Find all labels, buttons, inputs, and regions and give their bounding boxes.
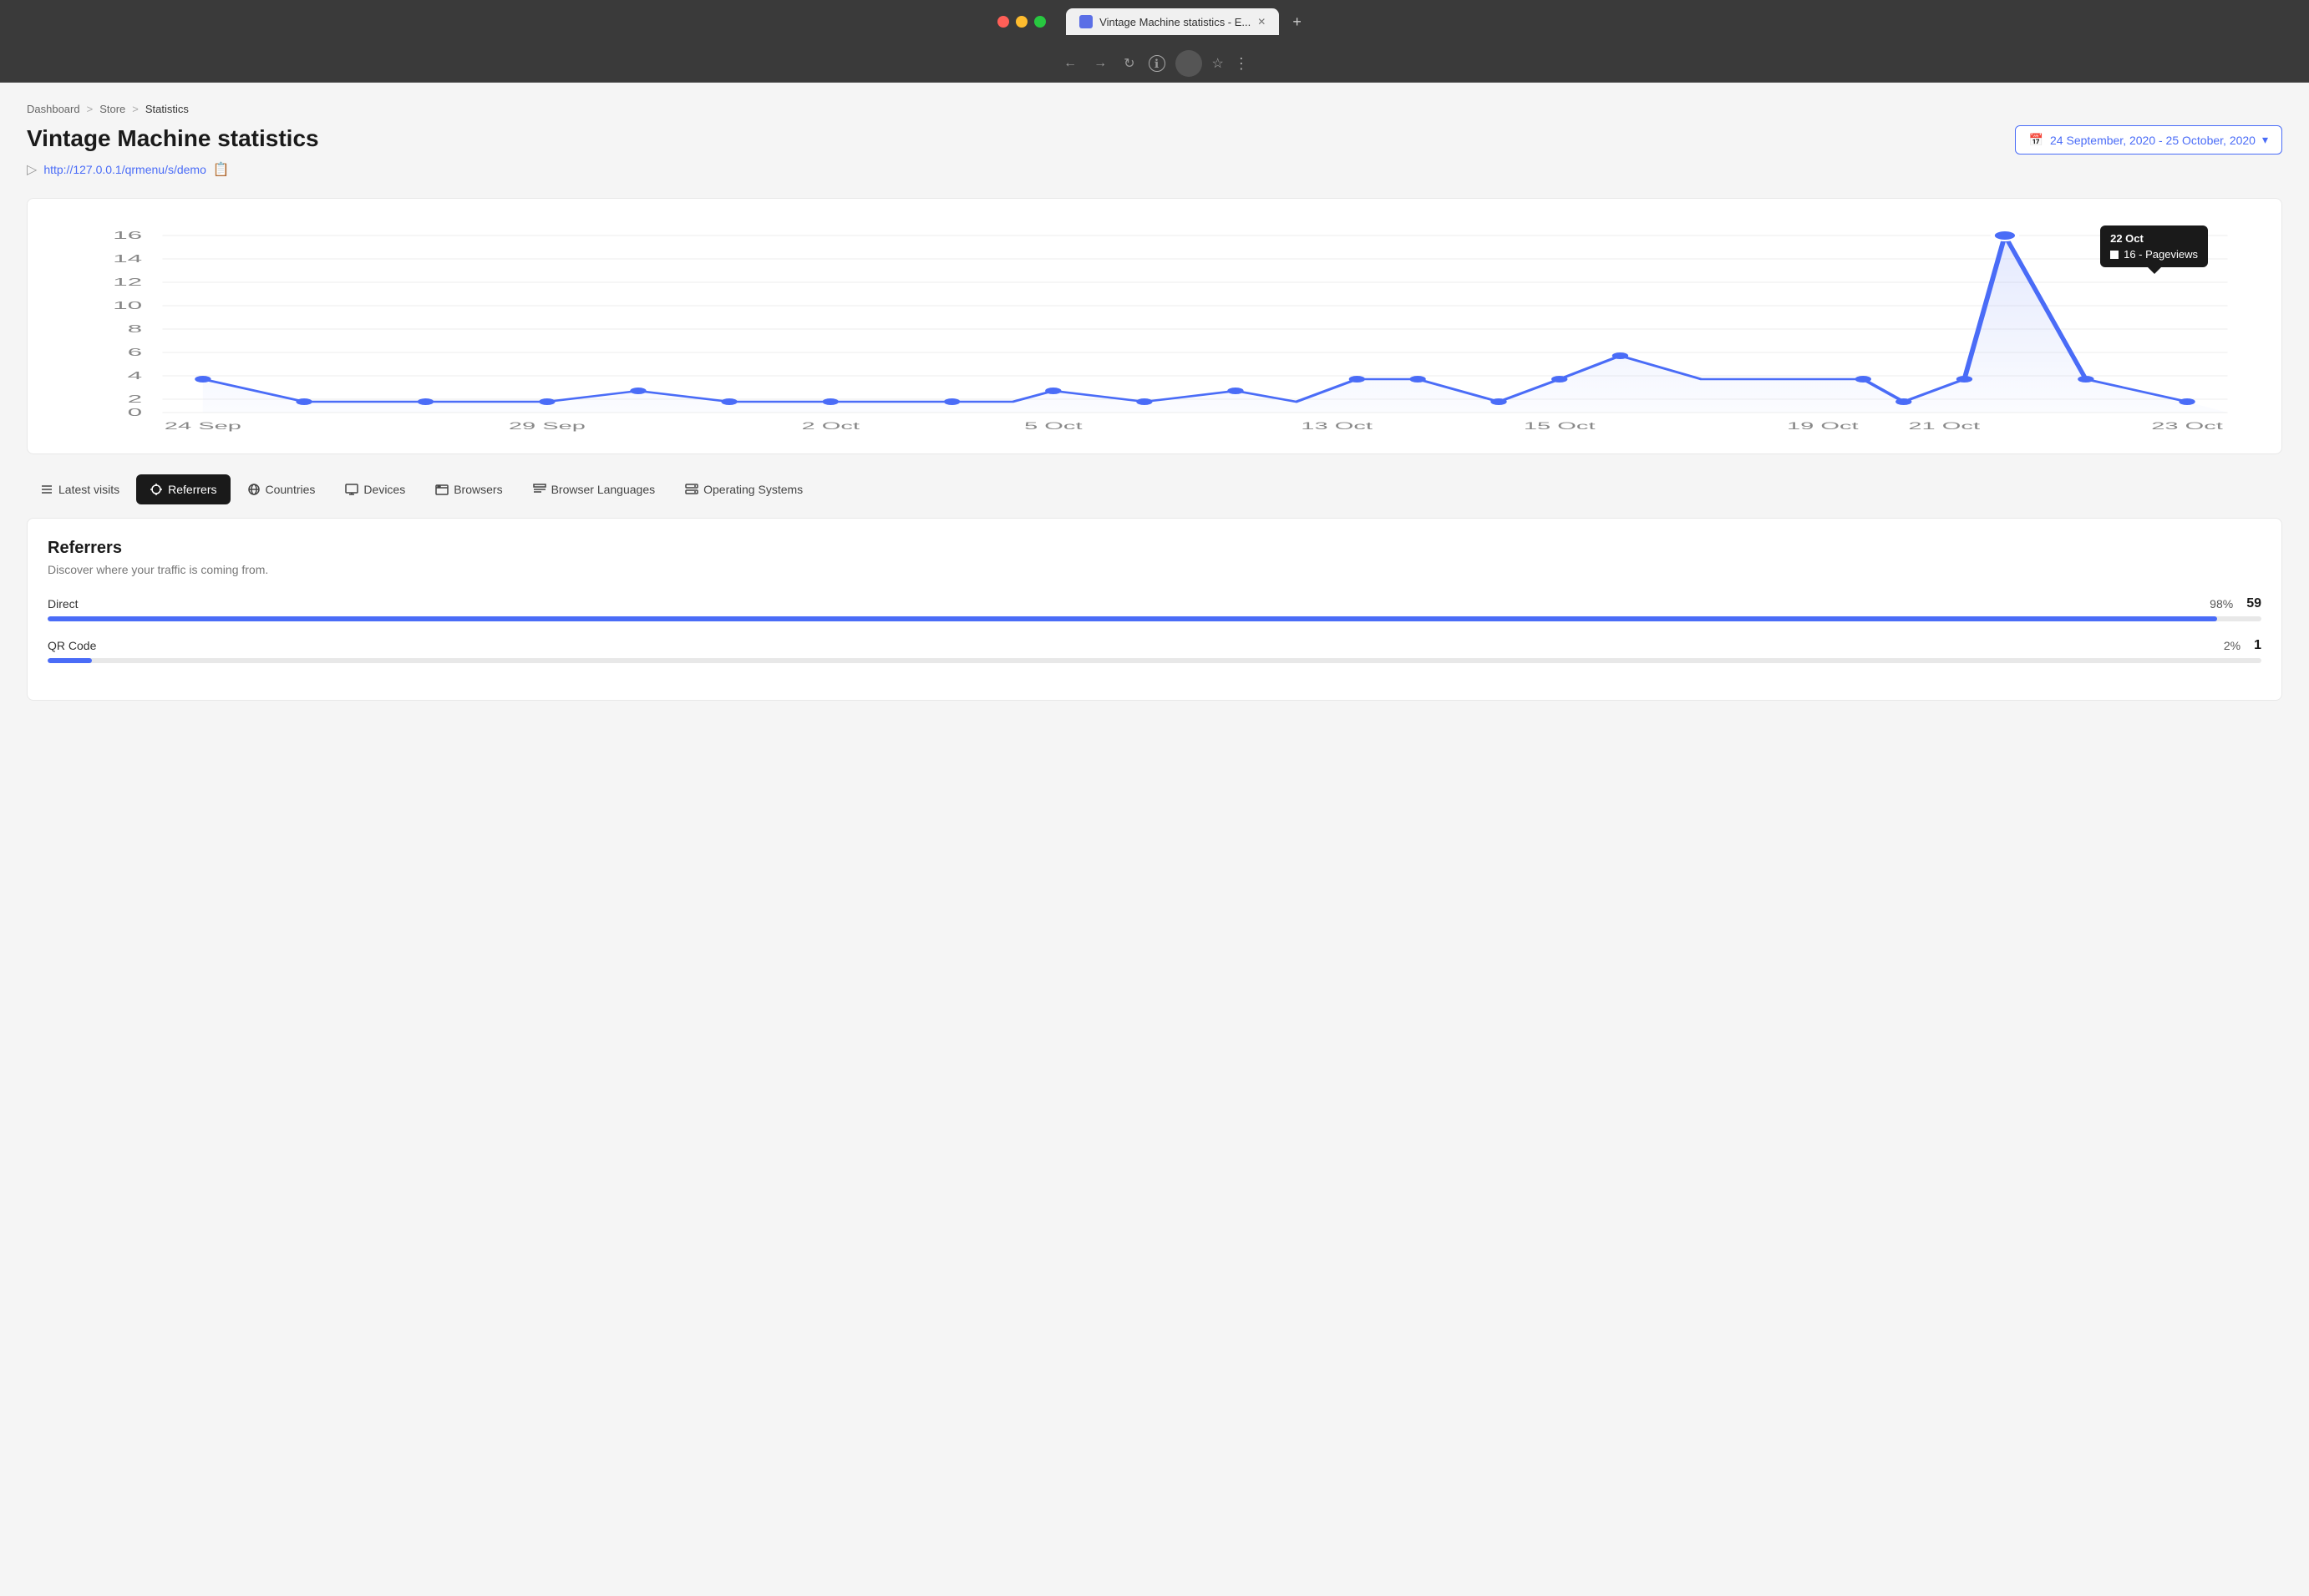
browser-icon [435, 483, 449, 496]
traffic-lights [997, 16, 1046, 28]
list-icon [40, 483, 53, 496]
pageviews-chart: 16 14 12 10 8 6 4 2 0 [41, 219, 2268, 436]
tab-referrers-label: Referrers [168, 483, 216, 496]
page-header: Vintage Machine statistics 📅 24 Septembe… [27, 125, 2282, 155]
minimize-traffic-light[interactable] [1016, 16, 1028, 28]
referrer-row-direct: Direct 98% 59 [48, 596, 2261, 621]
tab-favicon [1079, 15, 1093, 28]
monitor-icon [345, 483, 358, 496]
tab-devices[interactable]: Devices [332, 474, 419, 504]
referrer-progress-fill-qrcode [48, 658, 92, 663]
svg-text:19 Oct: 19 Oct [1787, 420, 1860, 431]
breadcrumb-dashboard[interactable]: Dashboard [27, 103, 80, 115]
page-title: Vintage Machine statistics [27, 125, 319, 152]
svg-text:13 Oct: 13 Oct [1301, 420, 1373, 431]
copy-icon[interactable]: 📋 [213, 161, 230, 178]
tab-close-button[interactable]: ✕ [1257, 16, 1266, 28]
svg-text:29 Sep: 29 Sep [509, 420, 586, 431]
crosshair-icon [150, 483, 163, 496]
referrer-row-qrcode: QR Code 2% 1 [48, 638, 2261, 663]
referrer-progress-bg-qrcode [48, 658, 2261, 663]
tab-latest-visits[interactable]: Latest visits [27, 474, 133, 504]
server-icon [685, 483, 698, 496]
breadcrumb-sep-2: > [132, 103, 139, 115]
svg-text:24 Sep: 24 Sep [165, 420, 241, 431]
referrers-title: Referrers [48, 539, 2261, 558]
referrer-progress-bg-direct [48, 616, 2261, 621]
text-icon [533, 483, 546, 496]
maximize-traffic-light[interactable] [1034, 16, 1046, 28]
address-bar-row: ← → ↻ ℹ ☆ ⋮ [1047, 45, 1262, 82]
tab-countries[interactable]: Countries [234, 474, 329, 504]
globe-icon [247, 483, 261, 496]
info-button[interactable]: ℹ [1149, 55, 1165, 72]
referrer-count-qrcode: 1 [2254, 638, 2261, 653]
svg-text:5 Oct: 5 Oct [1024, 420, 1083, 431]
svg-text:0: 0 [128, 407, 143, 419]
breadcrumb-statistics: Statistics [145, 103, 189, 115]
url-row: ▷ http://127.0.0.1/qrmenu/s/demo 📋 [27, 161, 2282, 178]
tabs-bar: Latest visits Referrers Countries [27, 474, 2282, 504]
browser-tab[interactable]: Vintage Machine statistics - E... ✕ [1066, 8, 1279, 35]
svg-text:2: 2 [128, 393, 143, 406]
page-content: Dashboard > Store > Statistics Vintage M… [0, 83, 2309, 1596]
referrer-progress-fill-direct [48, 616, 2217, 621]
referrer-percent-direct: 98% [2210, 597, 2233, 611]
tab-browser-languages-label: Browser Languages [551, 483, 656, 496]
tab-referrers[interactable]: Referrers [136, 474, 230, 504]
svg-text:2 Oct: 2 Oct [801, 420, 860, 431]
tab-operating-systems[interactable]: Operating Systems [672, 474, 816, 504]
bookmark-icon[interactable]: ☆ [1212, 55, 1224, 72]
tab-latest-visits-label: Latest visits [58, 483, 119, 496]
calendar-icon: 📅 [2029, 133, 2043, 147]
svg-text:12: 12 [113, 276, 142, 289]
svg-text:8: 8 [128, 323, 143, 336]
svg-text:16: 16 [113, 230, 142, 242]
breadcrumb-sep-1: > [87, 103, 94, 115]
chart-container: 22 Oct 16 - Pageviews 16 14 12 10 8 6 [27, 198, 2282, 454]
tab-devices-label: Devices [363, 483, 405, 496]
breadcrumb-store[interactable]: Store [99, 103, 125, 115]
referrers-subtitle: Discover where your traffic is coming fr… [48, 563, 2261, 576]
svg-text:15 Oct: 15 Oct [1524, 420, 1596, 431]
referrer-name-direct: Direct [48, 597, 79, 611]
tab-title: Vintage Machine statistics - E... [1099, 16, 1251, 28]
close-traffic-light[interactable] [997, 16, 1009, 28]
tab-countries-label: Countries [266, 483, 316, 496]
date-range-label: 24 September, 2020 - 25 October, 2020 [2050, 134, 2256, 147]
svg-text:10: 10 [113, 300, 142, 312]
chevron-down-icon: ▾ [2262, 133, 2268, 147]
referrers-card: Referrers Discover where your traffic is… [27, 518, 2282, 701]
store-url-link[interactable]: http://127.0.0.1/qrmenu/s/demo [43, 163, 206, 176]
svg-text:21 Oct: 21 Oct [1908, 420, 1981, 431]
date-range-button[interactable]: 📅 24 September, 2020 - 25 October, 2020 … [2015, 125, 2282, 155]
breadcrumb: Dashboard > Store > Statistics [27, 103, 2282, 115]
reload-button[interactable]: ↻ [1120, 52, 1138, 75]
back-button[interactable]: ← [1060, 53, 1080, 74]
address-bar[interactable] [1175, 50, 1202, 77]
referrer-count-direct: 59 [2246, 596, 2261, 611]
browser-menu-icon[interactable]: ⋮ [1234, 55, 1249, 73]
svg-text:6: 6 [128, 347, 143, 359]
tab-browser-languages[interactable]: Browser Languages [520, 474, 669, 504]
tab-browsers[interactable]: Browsers [422, 474, 515, 504]
url-arrow-icon: ▷ [27, 161, 37, 178]
tab-operating-systems-label: Operating Systems [703, 483, 803, 496]
tab-browsers-label: Browsers [454, 483, 502, 496]
svg-text:23 Oct: 23 Oct [2151, 420, 2224, 431]
forward-button[interactable]: → [1090, 53, 1110, 74]
new-tab-button[interactable]: + [1282, 13, 1312, 31]
referrer-percent-qrcode: 2% [2224, 639, 2240, 652]
svg-text:14: 14 [113, 253, 142, 266]
svg-text:4: 4 [128, 370, 143, 383]
referrer-name-qrcode: QR Code [48, 639, 96, 652]
